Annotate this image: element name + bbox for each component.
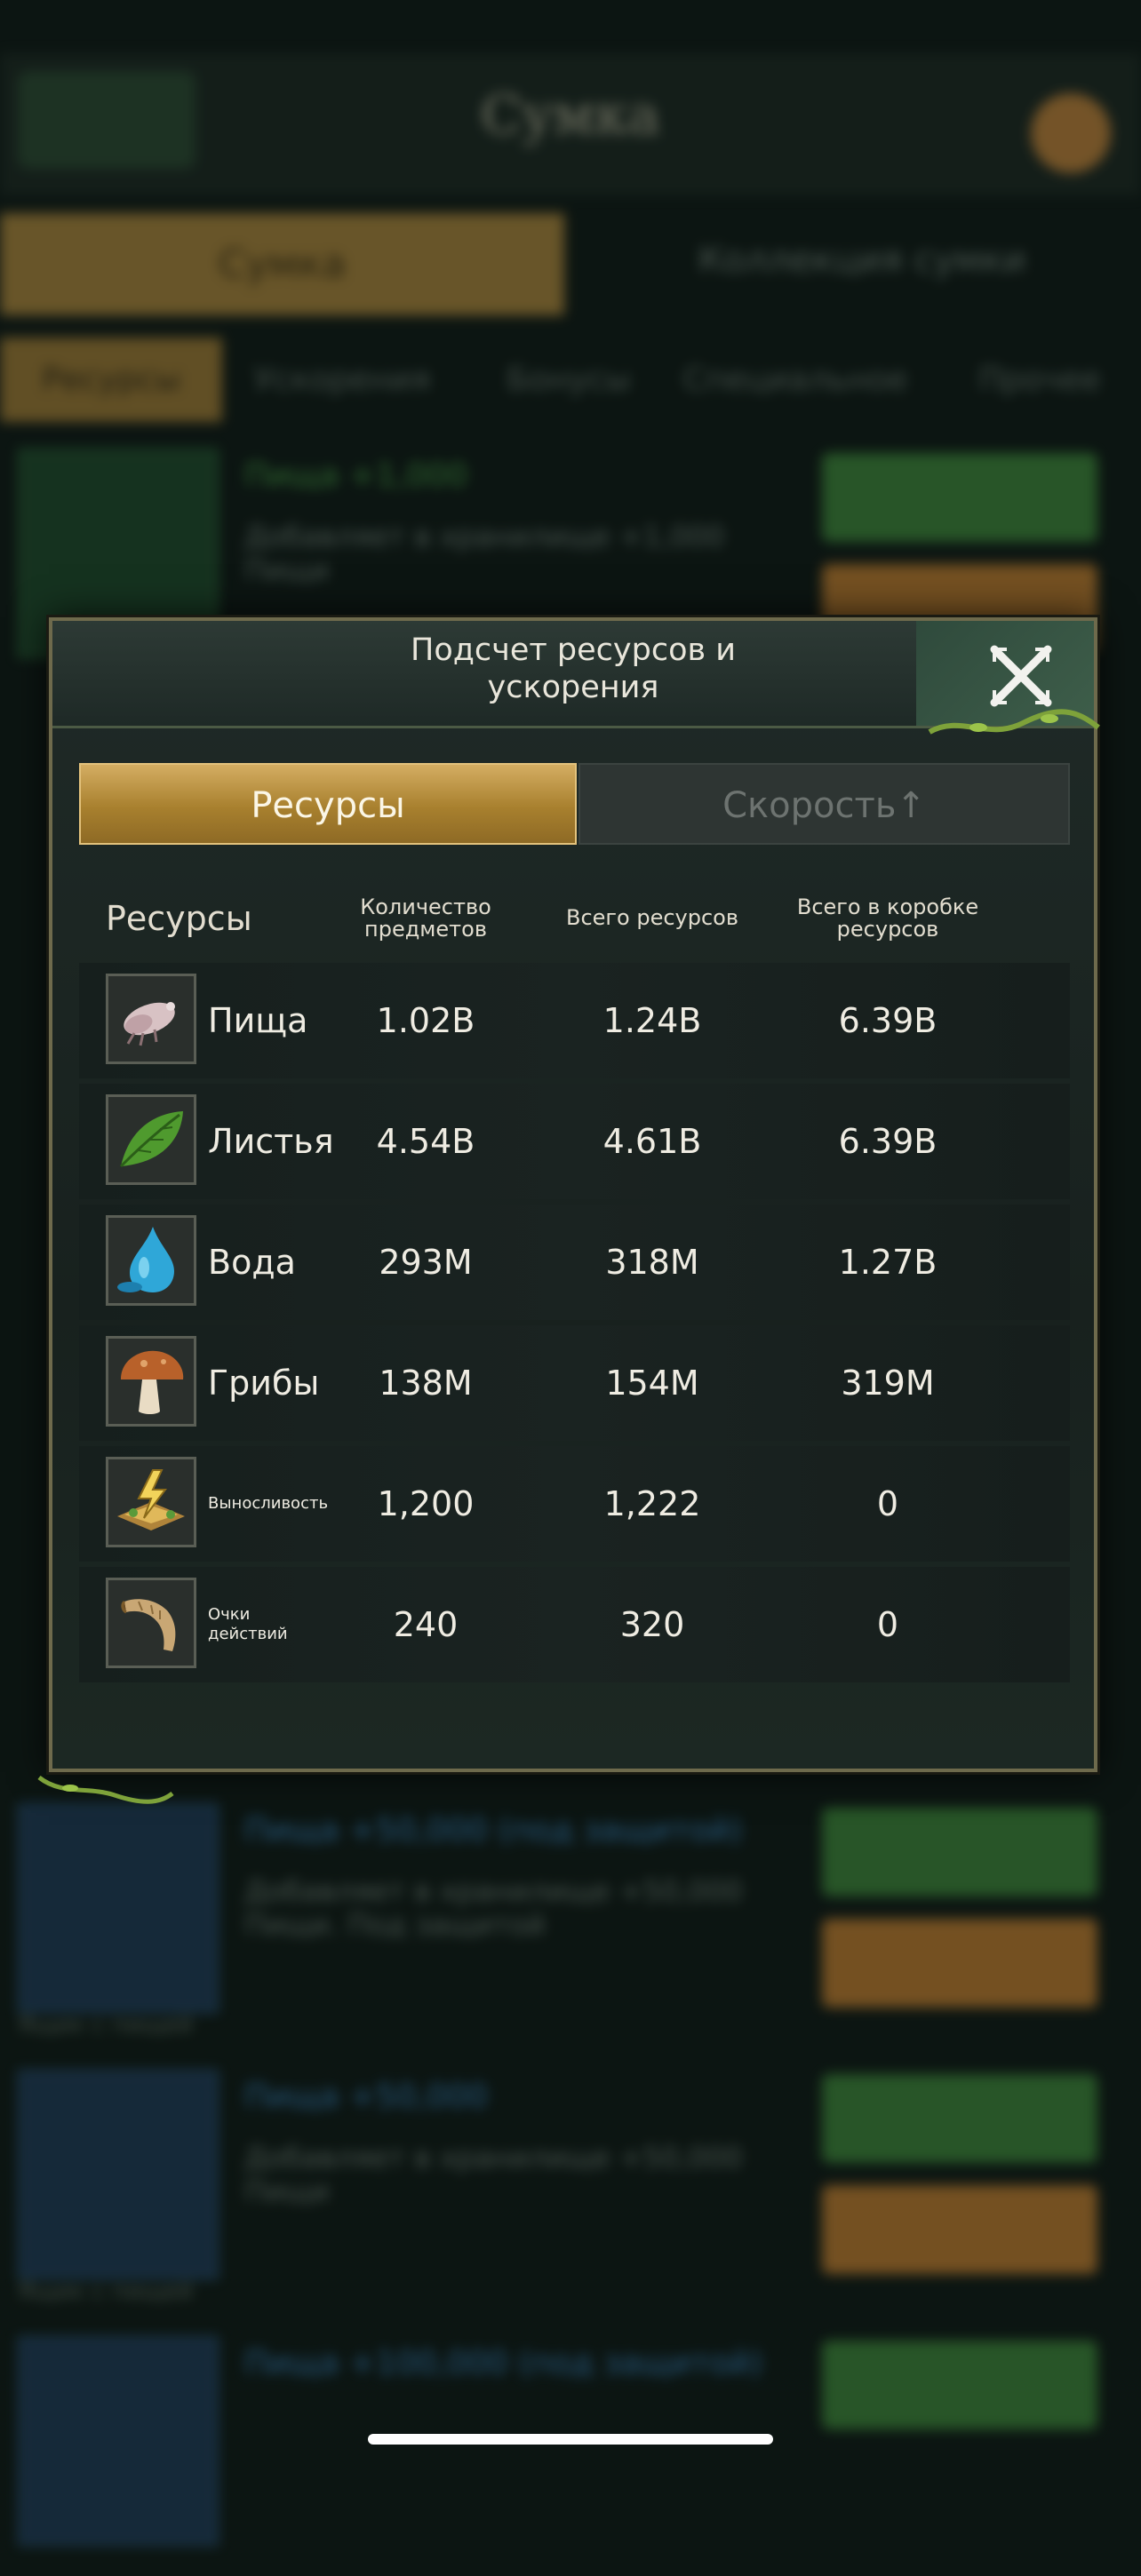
total-resources: 1.24B bbox=[602, 1001, 702, 1040]
bg-subtab-resources[interactable]: Ресурсы bbox=[0, 338, 222, 422]
resource-table: Пища 1.02B 1.24B 6.39B Листья 4.54B 4.61… bbox=[79, 963, 1070, 1688]
use-button[interactable] bbox=[822, 2074, 1097, 2163]
resource-name: Пища bbox=[208, 1001, 308, 1040]
column-item-count: Количество предметов bbox=[360, 894, 491, 942]
food-icon bbox=[124, 1002, 175, 1046]
item-thumbnail bbox=[18, 2336, 219, 2546]
dialog-header: Подсчет ресурсов и ускорения bbox=[52, 621, 1100, 735]
total-resources: 318M bbox=[605, 1243, 699, 1282]
horn-icon bbox=[121, 1599, 176, 1651]
bg-item-row: Пища +50,000 Добавляет в хранилище +50,0… bbox=[0, 2061, 1141, 2310]
table-row-water: Вода 293M 318M 1.27B bbox=[79, 1205, 1070, 1320]
item-count: 4.54B bbox=[376, 1122, 475, 1161]
coin-icon[interactable] bbox=[1031, 93, 1111, 173]
resource-name: Очки действий bbox=[208, 1605, 288, 1643]
box-resources: 0 bbox=[876, 1605, 899, 1644]
table-row-leaves: Листья 4.54B 4.61B 6.39B bbox=[79, 1084, 1070, 1199]
box-resources: 319M bbox=[841, 1364, 935, 1403]
water-drop-icon bbox=[117, 1227, 174, 1292]
resource-name: Листья bbox=[208, 1122, 334, 1161]
item-thumbnail bbox=[18, 1803, 219, 2013]
total-resources: 320 bbox=[619, 1605, 685, 1644]
use-button[interactable] bbox=[822, 2341, 1097, 2429]
tab-speed[interactable]: Скорость↑ bbox=[578, 763, 1070, 845]
resource-name: Грибы bbox=[208, 1364, 320, 1403]
box-resources: 6.39B bbox=[838, 1001, 938, 1040]
box-resources: 6.39B bbox=[838, 1122, 938, 1161]
mushroom-icon bbox=[121, 1350, 184, 1414]
use-all-button[interactable] bbox=[822, 1919, 1097, 2008]
item-count: 1.02B bbox=[376, 1001, 475, 1040]
bg-subtab-bonuses[interactable]: Бонусы bbox=[480, 338, 658, 422]
item-count: 1,200 bbox=[377, 1484, 475, 1523]
item-count: 138M bbox=[379, 1364, 473, 1403]
vine-decoration bbox=[37, 1775, 174, 1804]
column-box-resources: Всего в коробке ресурсов bbox=[796, 894, 979, 942]
tab-resources[interactable]: Ресурсы bbox=[79, 763, 577, 845]
item-count: 240 bbox=[393, 1605, 459, 1644]
resource-name: Вода bbox=[208, 1243, 296, 1282]
stamina-icon bbox=[117, 1469, 185, 1530]
column-resource: Ресурсы bbox=[106, 899, 252, 938]
item-count: 293M bbox=[379, 1243, 473, 1282]
bg-subtab-speedups[interactable]: Ускорения bbox=[240, 338, 444, 422]
table-row-food: Пища 1.02B 1.24B 6.39B bbox=[79, 963, 1070, 1078]
bg-tab-collection[interactable]: Коллекция сумки bbox=[675, 240, 1049, 281]
use-button[interactable] bbox=[822, 1808, 1097, 1896]
total-resources: 154M bbox=[605, 1364, 699, 1403]
total-resources: 4.61B bbox=[602, 1122, 702, 1161]
table-row-mushrooms: Грибы 138M 154M 319M bbox=[79, 1325, 1070, 1441]
bg-item-row: Пища +50,000 (под защитой) Добавляет в х… bbox=[0, 1794, 1141, 2043]
bg-tab-bag[interactable]: Сумка bbox=[0, 213, 564, 315]
dialog-tabs: Ресурсы Скорость↑ bbox=[79, 763, 1070, 845]
box-resources: 1.27B bbox=[838, 1243, 938, 1282]
use-button[interactable] bbox=[822, 453, 1097, 542]
vine-decoration bbox=[928, 709, 1100, 735]
resource-name: Выносливость bbox=[208, 1494, 329, 1513]
table-row-stamina: Выносливость 1,200 1,222 0 bbox=[79, 1446, 1070, 1562]
bg-subtab-other[interactable]: Прочее bbox=[942, 338, 1137, 422]
box-resources: 0 bbox=[876, 1484, 899, 1523]
item-thumbnail bbox=[18, 2070, 219, 2279]
bg-subtab-special[interactable]: Специальное bbox=[675, 338, 915, 422]
column-total-resources: Всего ресурсов bbox=[565, 905, 738, 930]
bg-page-title: Сумка bbox=[481, 84, 660, 147]
bg-item-row: Пища +100,000 (под защитой) bbox=[0, 2327, 1141, 2576]
bg-subtabs: Ресурсы Ускорения Бонусы Специальное Про… bbox=[0, 338, 1141, 422]
home-indicator[interactable] bbox=[368, 2434, 773, 2445]
resource-summary-dialog: Подсчет ресурсов и ускорения Ресурсы Ско… bbox=[37, 617, 1100, 1804]
table-header: Ресурсы Количество предметов Всего ресур… bbox=[79, 870, 1070, 967]
table-row-action-points: Очки действий 240 320 0 bbox=[79, 1567, 1070, 1682]
leaf-icon bbox=[119, 1111, 183, 1168]
use-all-button[interactable] bbox=[822, 2185, 1097, 2274]
total-resources: 1,222 bbox=[603, 1484, 701, 1523]
